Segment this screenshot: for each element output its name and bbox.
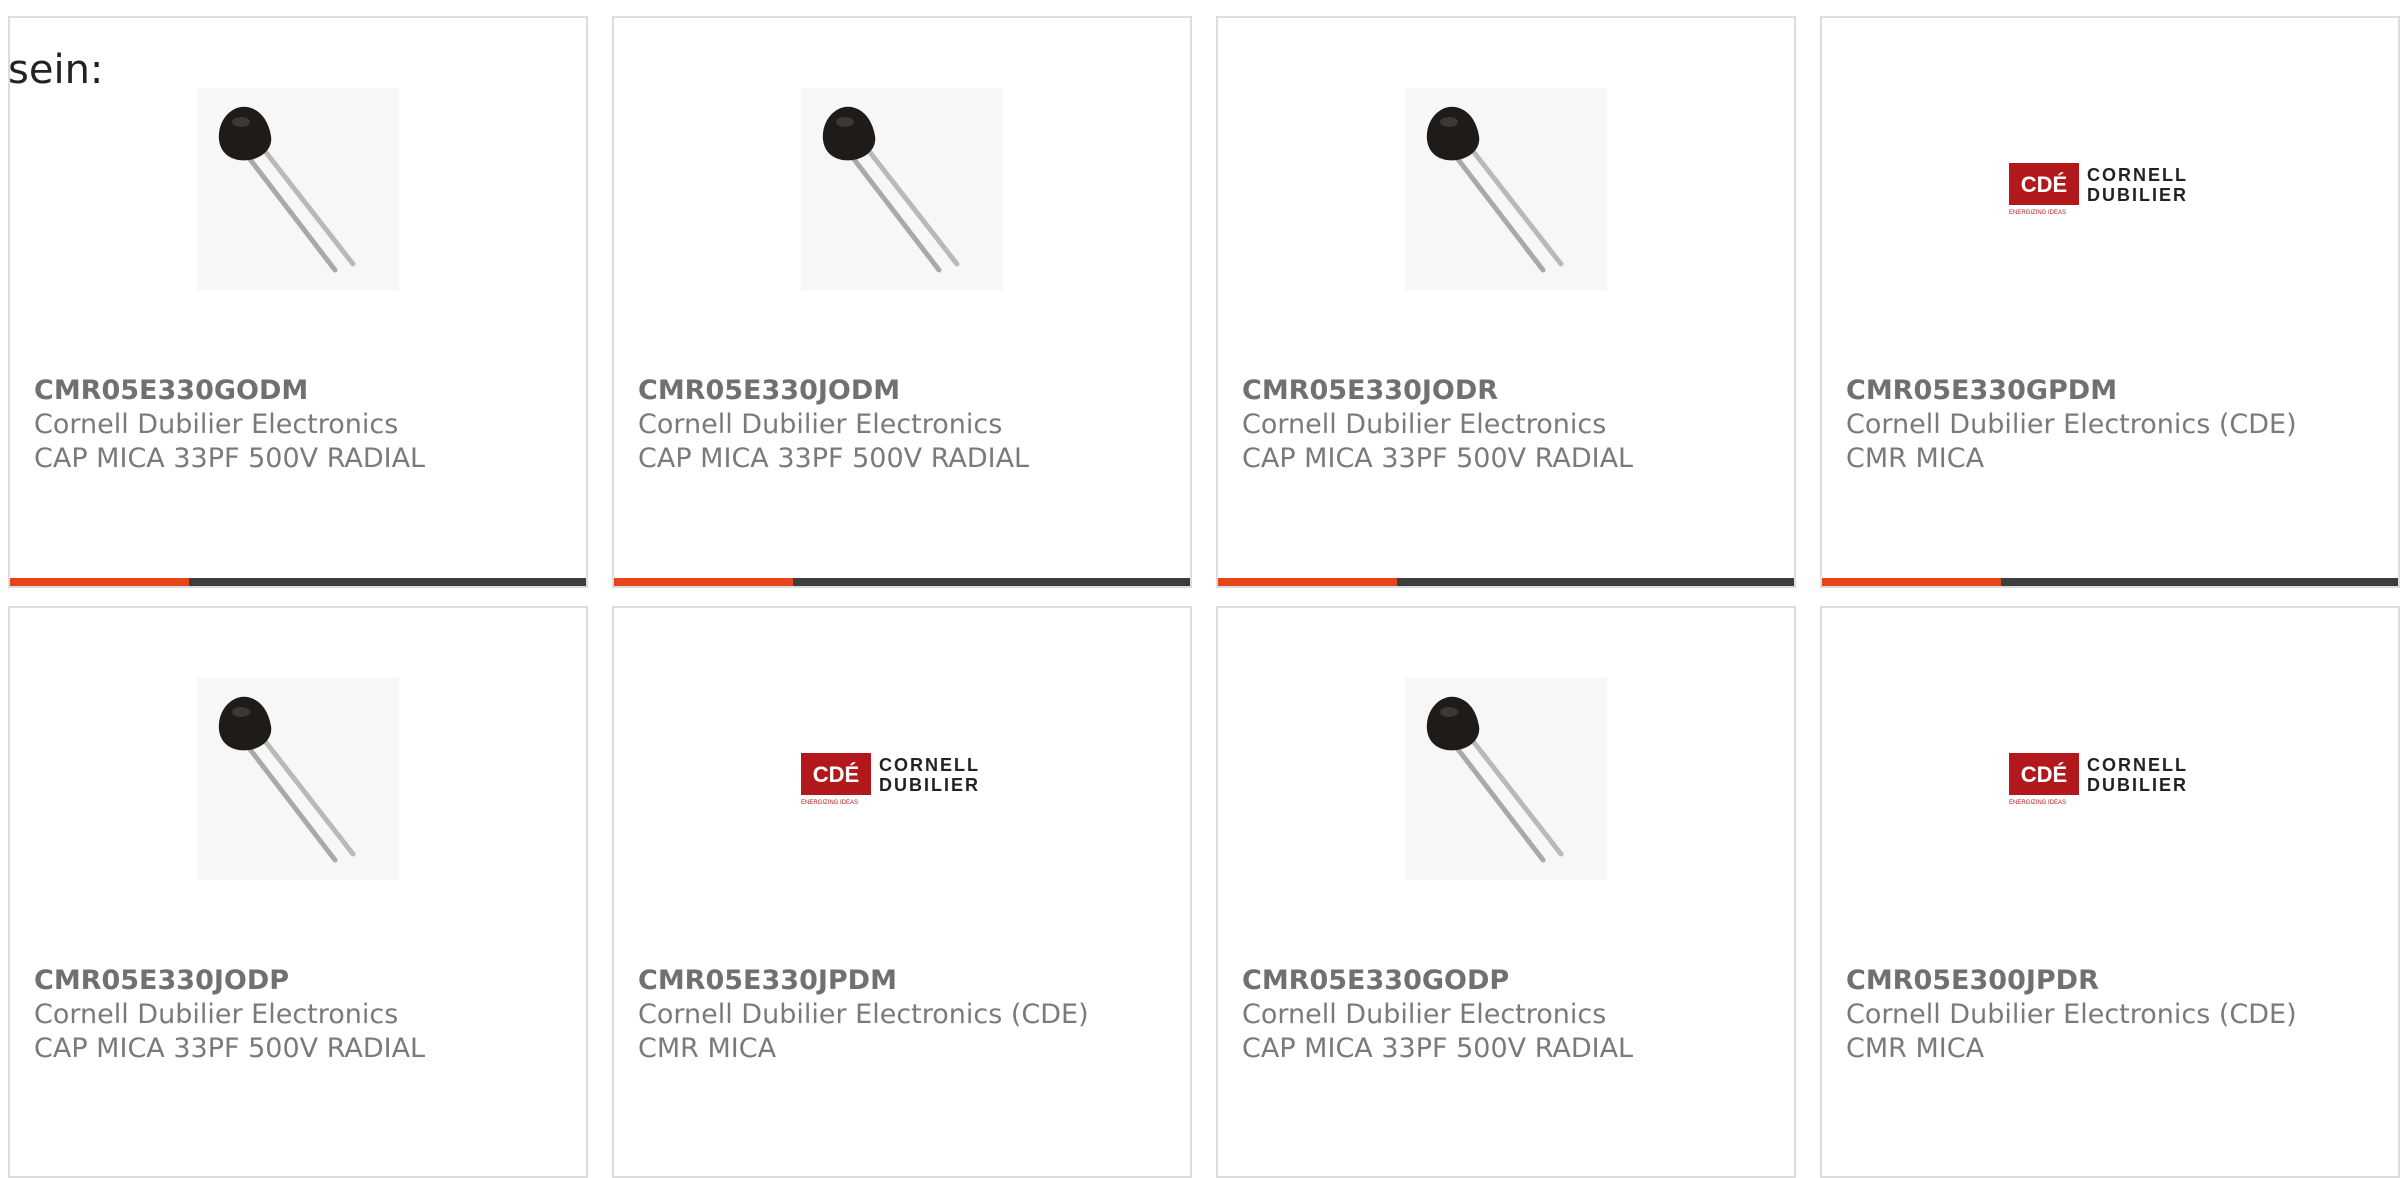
cde-logo-image: CDÉ ENERGIZING IDEAS CORNELLDUBILIER [2009,163,2188,216]
progress-bar [614,578,1190,586]
part-number[interactable]: CMR05E330JPDM [638,964,1180,998]
manufacturer-name: Cornell Dubilier Electronics [638,409,1003,440]
manufacturer-name: Cornell Dubilier Electronics [34,409,399,440]
capacitor-image [822,106,960,273]
svg-text:ENERGIZING IDEAS: ENERGIZING IDEAS [2009,800,2066,806]
svg-text:DUBILIER: DUBILIER [2087,775,2188,795]
product-card[interactable]: CMR05E330JODP Cornell Dubilier Electronic… [8,606,588,1178]
product-description: CMR MICA [638,1033,777,1064]
intro-text: sein: [8,47,104,93]
svg-text:CDÉ: CDÉ [813,762,859,787]
product-image[interactable] [1405,678,1607,880]
progress-bar-fill [614,578,793,586]
svg-text:DUBILIER: DUBILIER [879,775,980,795]
svg-text:ENERGIZING IDEAS: ENERGIZING IDEAS [801,800,858,806]
manufacturer-logo[interactable]: CDÉ ENERGIZING IDEAS CORNELL DUBILIER [2009,678,2211,880]
product-grid: CMR05E330GODM Cornell Dubilier Electronic… [0,0,2400,1178]
progress-bar-fill [10,578,189,586]
product-info: CMR05E330JODM Cornell Dubilier Electronic… [638,374,1180,476]
capacitor-image [1426,106,1564,273]
manufacturer-name: Cornell Dubilier Electronics [1242,999,1607,1030]
manufacturer-name: Cornell Dubilier Electronics (CDE) [1846,999,2297,1030]
progress-bar [1218,578,1794,586]
cde-logo-image: CDÉ ENERGIZING IDEAS CORNELLDUBILIER [2009,753,2188,806]
product-info: CMR05E330JODR Cornell Dubilier Electronic… [1242,374,1784,476]
part-number[interactable]: CMR05E330GPDM [1846,374,2388,408]
progress-bar [10,578,586,586]
manufacturer-name: Cornell Dubilier Electronics (CDE) [1846,409,2297,440]
product-image[interactable] [197,678,399,880]
manufacturer-name: Cornell Dubilier Electronics [1242,409,1607,440]
product-card[interactable]: CMR05E330GODP Cornell Dubilier Electronic… [1216,606,1796,1178]
part-number[interactable]: CMR05E330GODM [34,374,576,408]
product-card[interactable]: CMR05E330GODM Cornell Dubilier Electronic… [8,16,588,588]
product-info: CMR05E330GODM Cornell Dubilier Electronic… [34,374,576,476]
capacitor-image [1426,696,1564,863]
part-number[interactable]: CMR05E330JODR [1242,374,1784,408]
svg-text:CDÉ: CDÉ [2021,172,2067,197]
progress-bar [1822,578,2398,586]
svg-text:CORNELL: CORNELL [2087,755,2188,775]
product-card[interactable]: CMR05E330JODM Cornell Dubilier Electronic… [612,16,1192,588]
product-card[interactable]: CDÉ ENERGIZING IDEAS CORNELL DUBILIER CMR05E… [1820,16,2400,588]
part-number[interactable]: CMR05E330JODP [34,964,576,998]
progress-bar-fill [1218,578,1397,586]
product-card[interactable]: CMR05E330JODR Cornell Dubilier Electronic… [1216,16,1796,588]
cde-logo-image: CDÉ ENERGIZING IDEAS CORNELLDUBILIER [801,753,980,806]
product-image[interactable] [801,88,1003,290]
product-description: CMR MICA [1846,443,1985,474]
manufacturer-name: Cornell Dubilier Electronics (CDE) [638,999,1089,1030]
svg-text:CORNELL: CORNELL [2087,165,2188,185]
product-card[interactable]: CDÉ ENERGIZING IDEAS CORNELL DUBILIER CMR05E… [612,606,1192,1178]
product-description: CAP MICA 33PF 500V RADIAL [34,443,426,474]
part-number[interactable]: CMR05E330JODM [638,374,1180,408]
product-card[interactable]: CDÉ ENERGIZING IDEAS CORNELL DUBILIER CMR05E… [1820,606,2400,1178]
product-info: CMR05E330JODP Cornell Dubilier Electronic… [34,964,576,1066]
manufacturer-name: Cornell Dubilier Electronics [34,999,399,1030]
product-description: CAP MICA 33PF 500V RADIAL [1242,443,1634,474]
svg-text:CDÉ: CDÉ [2021,762,2067,787]
svg-text:CORNELL: CORNELL [879,755,980,775]
manufacturer-logo[interactable]: CDÉ ENERGIZING IDEAS CORNELL DUBILIER [2009,88,2211,290]
product-image[interactable] [1405,88,1607,290]
product-description: CAP MICA 33PF 500V RADIAL [1242,1033,1634,1064]
product-description: CMR MICA [1846,1033,1985,1064]
capacitor-image [218,696,356,863]
product-info: CMR05E330GODP Cornell Dubilier Electronic… [1242,964,1784,1066]
part-number[interactable]: CMR05E330GODP [1242,964,1784,998]
product-image[interactable] [197,88,399,290]
product-info: CMR05E330GPDM Cornell Dubilier Electronic… [1846,374,2388,476]
product-info: CMR05E300JPDR Cornell Dubilier Electronic… [1846,964,2388,1066]
part-number[interactable]: CMR05E300JPDR [1846,964,2388,998]
product-description: CAP MICA 33PF 500V RADIAL [34,1033,426,1064]
product-info: CMR05E330JPDM Cornell Dubilier Electronic… [638,964,1180,1066]
progress-bar-fill [1822,578,2001,586]
svg-text:DUBILIER: DUBILIER [2087,185,2188,205]
svg-text:ENERGIZING IDEAS: ENERGIZING IDEAS [2009,210,2066,216]
manufacturer-logo[interactable]: CDÉ ENERGIZING IDEAS CORNELL DUBILIER [801,678,1003,880]
capacitor-image [218,106,356,273]
product-description: CAP MICA 33PF 500V RADIAL [638,443,1030,474]
